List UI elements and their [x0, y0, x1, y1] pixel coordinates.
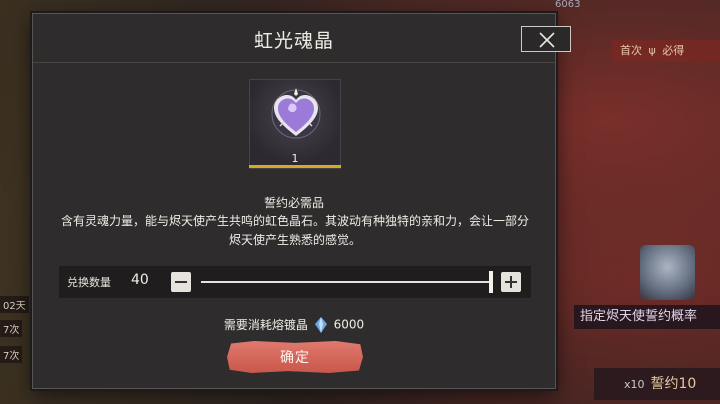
background-left-panel [0, 0, 30, 404]
quantity-slider[interactable] [201, 281, 491, 283]
dialog-title: 虹光魂晶 [253, 30, 334, 52]
background-left-tag: 7次 [0, 346, 23, 363]
heart-crystal-icon [271, 88, 321, 139]
background-pull-button: x10 誓约10 [594, 368, 720, 400]
exchange-quantity-value: 40 [131, 272, 149, 288]
dialog-header: 虹光魂晶 [33, 14, 571, 63]
item-quantity-bar: 1 [249, 150, 341, 168]
exchange-quantity-row: 兑换数量 40 [59, 266, 531, 298]
item-description-title: 誓约必需品 [263, 196, 324, 210]
wing-icon: ψ [648, 44, 656, 57]
background-character-portrait [640, 245, 695, 300]
background-pull-rate-banner: 指定烬天使誓约概率 [574, 305, 720, 329]
decrease-button[interactable] [171, 272, 191, 292]
background-left-tag: 7次 [0, 320, 23, 337]
close-icon [539, 32, 555, 48]
exchange-quantity-label: 兑换数量 [67, 276, 111, 289]
item-description: 含有灵魂力量，能与烬天使产生共鸣的虹色晶石。其波动有种独特的亲和力，会让一部分烬… [60, 214, 529, 247]
confirm-label: 确定 [280, 350, 310, 366]
background-first-time-tag: 首次 ψ 必得 [612, 40, 720, 62]
exchange-dialog: 虹光魂晶 1 誓约必需品 含有灵魂力量，能与烬天使产生共鸣的虹色晶石。其波动有种… [32, 13, 571, 389]
confirm-button[interactable]: 确定 [227, 341, 363, 373]
cost-row: 需要消耗熔镀晶 6000 [33, 316, 555, 333]
background-top-number: 6063 [555, 0, 581, 10]
background-left-tag: 02天 [0, 296, 29, 313]
crystal-gem-icon [314, 316, 327, 333]
item-quantity: 1 [291, 152, 299, 165]
cost-label: 需要消耗熔镀晶 [223, 318, 308, 332]
close-button[interactable] [521, 26, 571, 52]
quantity-slider-handle[interactable] [489, 271, 493, 293]
cost-amount: 6000 [333, 317, 365, 332]
increase-button[interactable] [501, 272, 521, 292]
